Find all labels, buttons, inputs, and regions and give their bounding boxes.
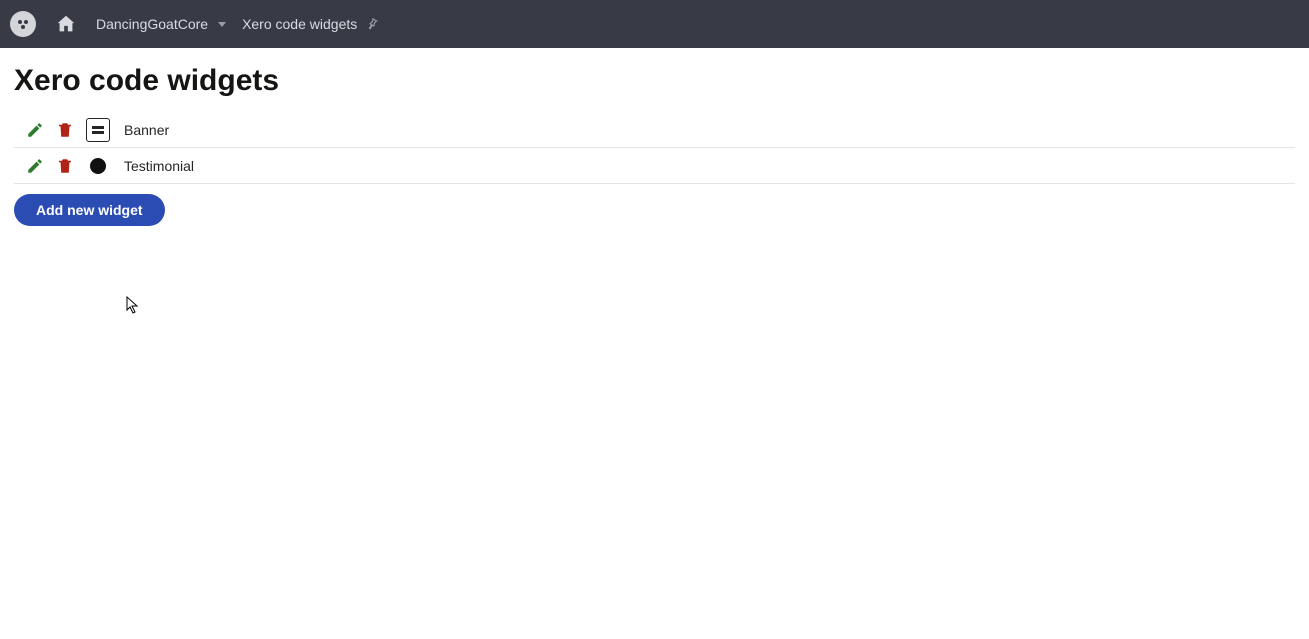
app-launcher-button[interactable] [10,11,36,37]
breadcrumb-current-label: Xero code widgets [242,16,357,32]
trash-icon [56,121,74,139]
pin-icon [365,17,379,31]
home-button[interactable] [52,10,80,38]
widget-type-icon-box [86,118,110,142]
banner-icon [91,123,105,137]
widget-row: Testimonial [14,148,1295,184]
delete-widget-button[interactable] [50,115,80,145]
edit-widget-button[interactable] [20,151,50,181]
widget-name: Banner [110,122,169,138]
delete-widget-button[interactable] [50,151,80,181]
home-icon [55,13,77,35]
trash-icon [56,157,74,175]
chevron-down-icon [218,22,226,27]
page-title: Xero code widgets [14,64,1295,98]
pin-button[interactable] [365,17,379,31]
pencil-icon [26,157,44,175]
breadcrumb-current: Xero code widgets [242,16,379,32]
widget-type-icon-box [86,154,110,178]
pencil-icon [26,121,44,139]
content-area: Xero code widgets Banner [0,48,1309,226]
widget-row: Banner [14,112,1295,148]
breadcrumb-site[interactable]: DancingGoatCore [96,16,226,32]
circle-icon [89,157,107,175]
widget-list: Banner Testimonial [14,112,1295,184]
cursor-icon [126,296,140,314]
breadcrumb-site-label: DancingGoatCore [96,16,208,32]
add-new-widget-button[interactable]: Add new widget [14,194,165,226]
top-bar: DancingGoatCore Xero code widgets [0,0,1309,48]
edit-widget-button[interactable] [20,115,50,145]
app-dots-icon [15,16,31,32]
widget-name: Testimonial [110,158,194,174]
